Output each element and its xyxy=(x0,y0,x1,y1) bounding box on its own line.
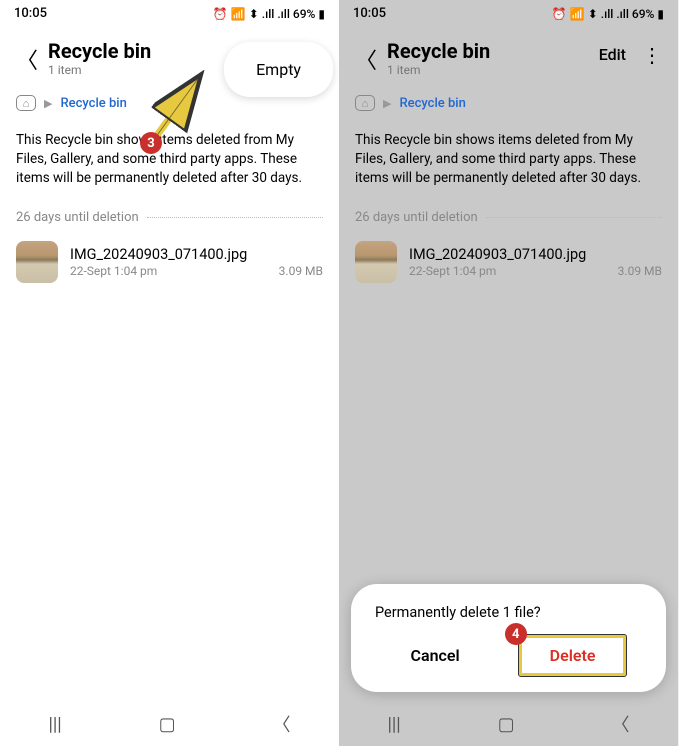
chevron-right-icon: ▶ xyxy=(44,97,52,110)
chevron-right-icon: ▶ xyxy=(383,97,391,110)
status-bar: 10:05 ⏰ 📶 ⬍ .ıll .ıll 69% ▮ xyxy=(339,0,678,27)
back-nav-button[interactable]: 〈 xyxy=(612,711,630,737)
file-list-item[interactable]: IMG_20240903_071400.jpg 22-Sept 1:04 pm … xyxy=(339,231,678,293)
file-size: 3.09 MB xyxy=(279,264,323,278)
home-icon[interactable] xyxy=(355,95,375,111)
page-title: Recycle bin xyxy=(387,39,589,63)
home-icon[interactable] xyxy=(16,95,36,111)
recycle-bin-description: This Recycle bin shows items deleted fro… xyxy=(339,121,678,198)
home-button[interactable]: ▢ xyxy=(498,714,515,735)
recycle-bin-description: This Recycle bin shows items deleted fro… xyxy=(0,121,339,198)
file-date: 22-Sept 1:04 pm xyxy=(409,264,496,278)
annotation-step-3: 3 xyxy=(140,132,162,154)
status-icons: ⏰ 📶 ⬍ .ıll .ıll xyxy=(552,7,629,21)
file-name: IMG_20240903_071400.jpg xyxy=(409,246,662,263)
breadcrumb-current[interactable]: Recycle bin xyxy=(399,96,465,111)
file-size: 3.09 MB xyxy=(618,264,662,278)
annotation-step-4: 4 xyxy=(505,623,527,645)
status-time: 10:05 xyxy=(14,6,47,21)
cancel-button[interactable]: Cancel xyxy=(391,638,480,673)
deletion-countdown: 26 days until deletion xyxy=(355,210,478,225)
item-count: 1 item xyxy=(387,63,589,77)
divider xyxy=(147,217,323,218)
confirm-delete-dialog: Permanently delete 1 file? Cancel 4 Dele… xyxy=(351,584,666,692)
status-bar: 10:05 ⏰ 📶 ⬍ .ıll .ıll 69% ▮ xyxy=(0,0,339,27)
file-list-item[interactable]: IMG_20240903_071400.jpg 22-Sept 1:04 pm … xyxy=(0,231,339,293)
divider xyxy=(486,217,662,218)
home-button[interactable]: ▢ xyxy=(159,714,176,735)
android-nav-bar: ||| ▢ 〈 xyxy=(0,702,339,746)
recents-button[interactable]: ||| xyxy=(48,714,61,735)
status-icons: ⏰ 📶 ⬍ .ıll .ıll xyxy=(213,7,290,21)
file-thumbnail xyxy=(16,241,58,283)
file-thumbnail xyxy=(355,241,397,283)
android-nav-bar: ||| ▢ 〈 xyxy=(339,702,678,746)
empty-menu-item[interactable]: Empty xyxy=(224,42,333,97)
recents-button[interactable]: ||| xyxy=(387,714,400,735)
back-button[interactable]: 〈 xyxy=(16,39,38,75)
status-battery: 69% xyxy=(293,7,315,21)
deletion-countdown: 26 days until deletion xyxy=(16,210,139,225)
status-time: 10:05 xyxy=(353,6,386,21)
edit-button[interactable]: Edit xyxy=(599,39,632,64)
back-nav-button[interactable]: 〈 xyxy=(273,711,291,737)
back-button[interactable]: 〈 xyxy=(355,39,377,75)
status-battery: 69% xyxy=(632,7,654,21)
breadcrumb: ▶ Recycle bin xyxy=(339,77,678,121)
more-options-button[interactable]: ⋮ xyxy=(642,39,662,67)
breadcrumb-current[interactable]: Recycle bin xyxy=(60,96,126,111)
delete-button[interactable]: Delete xyxy=(519,635,627,676)
battery-icon: ▮ xyxy=(657,7,664,21)
file-name: IMG_20240903_071400.jpg xyxy=(70,246,323,263)
file-date: 22-Sept 1:04 pm xyxy=(70,264,157,278)
battery-icon: ▮ xyxy=(318,7,325,21)
